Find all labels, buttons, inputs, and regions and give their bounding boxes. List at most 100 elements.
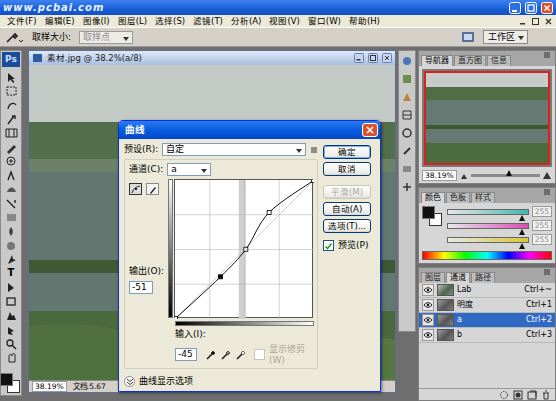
dialog-button[interactable]: 确定: [323, 145, 371, 159]
color-value[interactable]: 255: [532, 234, 552, 245]
channel-row[interactable]: 明度Ctrl+1: [419, 298, 555, 313]
panel-tab[interactable]: 路径: [471, 272, 495, 283]
tool-icon[interactable]: [2, 85, 20, 97]
dialog-button[interactable]: 平滑(M): [323, 185, 371, 199]
navigator-thumbnail[interactable]: [424, 71, 550, 165]
curve-line[interactable]: [176, 181, 314, 319]
fg-bg-swatch[interactable]: [422, 206, 444, 228]
save-selection-icon[interactable]: [513, 390, 523, 400]
bridge-icon[interactable]: [461, 30, 475, 44]
dialog-button[interactable]: 选项(T)...: [323, 219, 371, 233]
maximize-icon[interactable]: [525, 2, 537, 14]
tool-icon[interactable]: [2, 169, 20, 181]
preset-select[interactable]: 自定: [162, 143, 306, 156]
dock-icon[interactable]: [401, 55, 413, 67]
input-field[interactable]: -45: [175, 348, 197, 361]
color-slider[interactable]: [447, 209, 529, 215]
dock-icon[interactable]: [401, 145, 413, 157]
dialog-button[interactable]: 取消: [323, 162, 371, 176]
tool-icon[interactable]: [2, 141, 20, 153]
pencil-tool[interactable]: [146, 183, 159, 195]
panel-tab[interactable]: 色板: [446, 192, 470, 203]
eyedropper-icon[interactable]: [220, 349, 231, 360]
tool-icon[interactable]: [2, 323, 20, 335]
dock-icon[interactable]: [401, 91, 413, 103]
preset-options-icon[interactable]: [310, 145, 318, 154]
sample-size-select[interactable]: 取样点: [79, 31, 133, 44]
tool-icon[interactable]: [2, 239, 20, 251]
menu-item[interactable]: 分析(A): [227, 16, 265, 26]
color-swatches[interactable]: [0, 373, 22, 395]
channel-row[interactable]: bCtrl+3: [419, 328, 555, 343]
visibility-toggle[interactable]: [422, 299, 434, 311]
tool-icon[interactable]: [2, 71, 20, 83]
navigator-zoom-field[interactable]: 38.19%: [422, 170, 457, 181]
panel-tab[interactable]: 样式: [471, 192, 495, 203]
tool-icon[interactable]: [2, 253, 20, 265]
menu-item[interactable]: 图像(I): [79, 16, 114, 26]
curve-point[interactable]: [244, 247, 248, 251]
dialog-close-button[interactable]: [362, 123, 378, 137]
menu-item[interactable]: 选择(S): [151, 16, 189, 26]
dock-icon[interactable]: [401, 109, 413, 121]
trash-icon[interactable]: [541, 390, 551, 400]
tool-icon[interactable]: [2, 351, 20, 363]
panel-tab[interactable]: 通道: [446, 272, 470, 283]
doc-win-close-icon[interactable]: [382, 53, 392, 63]
panel-tab[interactable]: 导航器: [421, 55, 453, 66]
doc-minimize-icon[interactable]: [518, 17, 527, 26]
color-slider[interactable]: [447, 223, 529, 229]
menu-item[interactable]: 编辑(E): [41, 16, 79, 26]
color-value[interactable]: 255: [532, 220, 552, 231]
dock-icon[interactable]: [401, 127, 413, 139]
new-channel-icon[interactable]: [527, 390, 537, 400]
panel-tab[interactable]: 信息: [487, 55, 511, 66]
panel-menu-icon[interactable]: [543, 268, 551, 276]
tool-icon[interactable]: [2, 295, 20, 307]
channel-row[interactable]: aCtrl+2: [419, 313, 555, 328]
dock-icon[interactable]: [401, 73, 413, 85]
output-field[interactable]: -51: [129, 281, 153, 294]
menu-item[interactable]: 窗口(W): [304, 16, 345, 26]
tool-icon[interactable]: [2, 127, 20, 139]
visibility-toggle[interactable]: [422, 284, 434, 296]
tool-icon[interactable]: [2, 113, 20, 125]
panel-menu-icon[interactable]: [543, 188, 551, 196]
doc-close-icon[interactable]: [544, 17, 553, 26]
menu-item[interactable]: 视图(V): [265, 16, 303, 26]
zoom-in-icon[interactable]: [543, 170, 552, 180]
tool-icon[interactable]: [2, 211, 20, 223]
menu-item[interactable]: 图层(L): [114, 16, 151, 26]
color-value[interactable]: 255: [532, 206, 552, 217]
color-slider[interactable]: [447, 237, 529, 243]
close-icon[interactable]: [541, 2, 553, 14]
visibility-toggle[interactable]: [422, 314, 434, 326]
tool-icon[interactable]: [2, 183, 20, 195]
menu-item[interactable]: 文件(F): [3, 16, 41, 26]
curve-point-tool[interactable]: [129, 183, 142, 195]
dock-icon[interactable]: [401, 163, 413, 175]
tool-icon[interactable]: [2, 337, 20, 349]
workspace-button[interactable]: 工作区: [483, 30, 528, 44]
panel-tab[interactable]: 颜色: [421, 192, 445, 203]
preview-checkbox[interactable]: [323, 240, 334, 251]
tool-icon[interactable]: [2, 281, 20, 293]
display-options-toggle[interactable]: [124, 376, 135, 387]
channel-select[interactable]: a: [167, 163, 211, 176]
eyedropper-icon[interactable]: [235, 349, 246, 360]
minimize-icon[interactable]: [509, 2, 521, 14]
zoom-out-icon[interactable]: [460, 171, 468, 180]
show-clipping-checkbox[interactable]: [254, 349, 265, 360]
text-tool[interactable]: T: [2, 267, 20, 279]
panel-tab[interactable]: 直方图: [454, 55, 486, 66]
menu-item[interactable]: 帮助(H): [345, 16, 384, 26]
tool-icon[interactable]: [2, 225, 20, 237]
visibility-toggle[interactable]: [422, 329, 434, 341]
tool-icon[interactable]: [2, 155, 20, 167]
curve-point[interactable]: [175, 317, 178, 320]
doc-restore-icon[interactable]: [531, 17, 540, 26]
eyedropper-icon[interactable]: [205, 349, 216, 360]
tool-icon[interactable]: [2, 309, 20, 321]
curve-graph[interactable]: [174, 179, 313, 318]
doc-win-minimize-icon[interactable]: [354, 53, 364, 63]
